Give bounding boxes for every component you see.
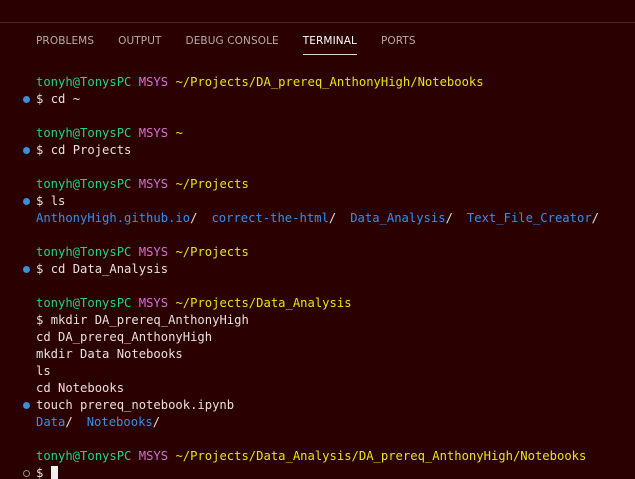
command-decoration-icon[interactable] [23, 96, 30, 103]
tab-terminal[interactable]: TERMINAL [302, 35, 357, 55]
prompt-line: tonyh@TonysPC MSYS ~ [36, 126, 183, 140]
input-line[interactable]: $ [0, 465, 635, 479]
prompt-line: tonyh@TonysPC MSYS ~/Projects/Data_Analy… [36, 296, 352, 310]
ls-output: AnthonyHigh.github.io/correct-the-html/D… [36, 211, 600, 225]
command-line: cd DA_prereq_AnthonyHigh [0, 329, 635, 346]
tab-output[interactable]: OUTPUT [118, 35, 161, 55]
command-text: cd Projects [50, 143, 132, 157]
prompt-line: tonyh@TonysPC MSYS ~/Projects/Data_Analy… [36, 449, 587, 463]
command-line: $ cd Projects [0, 142, 635, 159]
command-text: touch prereq_notebook.ipynb [36, 398, 235, 412]
command-line: $ mkdir DA_prereq_AnthonyHigh [36, 313, 249, 327]
command-decoration-icon[interactable] [23, 147, 30, 154]
command-line: $ ls [0, 193, 635, 210]
panel-divider [0, 22, 635, 23]
dir-entry[interactable]: Text_File_Creator [467, 211, 592, 225]
prompt-env: MSYS [138, 75, 169, 89]
pending-decoration-icon[interactable] [23, 470, 30, 477]
command-text: cd Notebooks [36, 381, 125, 395]
command-decoration-icon[interactable] [23, 198, 30, 205]
dir-entry[interactable]: AnthonyHigh.github.io [36, 211, 190, 225]
panel-tabs: PROBLEMS OUTPUT DEBUG CONSOLE TERMINAL P… [36, 35, 440, 55]
command-text: cd DA_prereq_AnthonyHigh [36, 330, 213, 344]
prompt-line: tonyh@TonysPC MSYS ~/Projects [36, 245, 249, 259]
dir-entry[interactable]: Notebooks [87, 415, 153, 429]
prompt-line: tonyh@TonysPC MSYS ~/Projects/DA_prereq_… [0, 74, 635, 91]
prompt-user: tonyh@TonysPC [36, 75, 132, 89]
command-line: cd Notebooks [0, 380, 635, 397]
command-text: ls [50, 194, 66, 208]
command-decoration-icon[interactable] [23, 402, 30, 409]
command-line: $ cd ~ [0, 91, 635, 108]
tab-debug-console[interactable]: DEBUG CONSOLE [186, 35, 279, 55]
command-text: cd Data_Analysis [50, 262, 169, 276]
command-text: mkdir Data Notebooks [36, 347, 183, 361]
command-text: ls [36, 364, 51, 378]
dir-entry[interactable]: Data_Analysis [350, 211, 445, 225]
dir-entry[interactable]: Data [36, 415, 65, 429]
command-line: ls [0, 363, 635, 380]
text-cursor [50, 466, 58, 479]
ls-output: Data/Notebooks/ [36, 415, 161, 429]
command-text: mkdir DA_prereq_AnthonyHigh [50, 313, 249, 327]
command-line: $ cd Data_Analysis [0, 261, 635, 278]
terminal-panel: PROBLEMS OUTPUT DEBUG CONSOLE TERMINAL P… [0, 0, 635, 479]
command-line: mkdir Data Notebooks [0, 346, 635, 363]
command-line: touch prereq_notebook.ipynb [0, 397, 635, 414]
command-decoration-icon[interactable] [23, 266, 30, 273]
tab-ports[interactable]: PORTS [381, 35, 416, 55]
command-text: cd ~ [50, 92, 81, 106]
tab-problems[interactable]: PROBLEMS [36, 35, 94, 55]
dir-entry[interactable]: correct-the-html [211, 211, 328, 225]
prompt-path: ~/Projects/DA_prereq_AnthonyHigh/Noteboo… [175, 75, 484, 89]
terminal-output[interactable]: tonyh@TonysPC MSYS ~/Projects/DA_prereq_… [0, 74, 635, 479]
prompt-line: tonyh@TonysPC MSYS ~/Projects [36, 177, 249, 191]
